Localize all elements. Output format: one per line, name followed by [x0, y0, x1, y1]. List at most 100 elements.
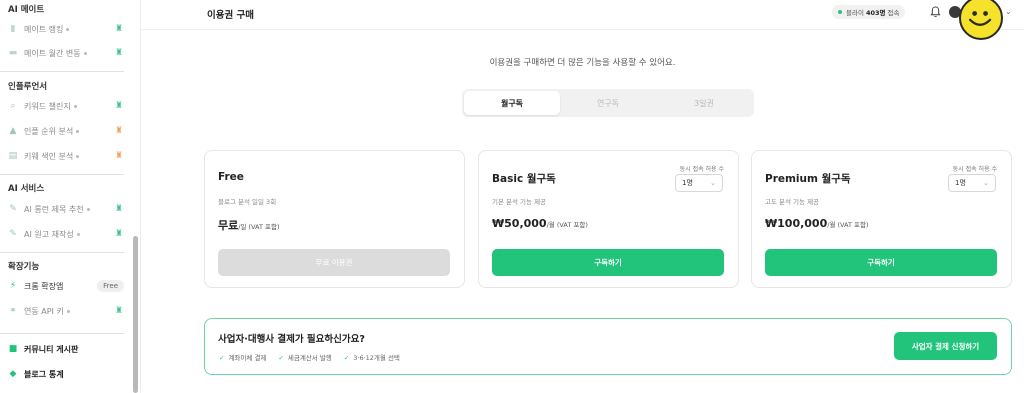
- sidebar-item-mate-ranking[interactable]: ▮ 메이트 랭킹 ♜: [8, 20, 124, 38]
- extension-icon: ⚡: [9, 281, 17, 291]
- sidebar-item-label: 크롬 확장앱: [24, 281, 64, 291]
- sidebar-scrollbar[interactable]: [133, 236, 138, 393]
- sidebar-divider: [0, 252, 124, 253]
- sidebar: AI 메이트 ▮ 메이트 랭킹 ♜ ▬ 메이트 월간 변동 ♜ 인플루언서 ⌕ …: [0, 0, 141, 393]
- bell-icon[interactable]: [930, 6, 941, 18]
- price-value: 무료: [218, 219, 239, 232]
- shirt-icon: ♜: [114, 24, 124, 34]
- price-unit: /일 (VAT 포함): [238, 223, 280, 231]
- tab-monthly[interactable]: 월구독: [464, 91, 560, 115]
- sidebar-item-label: 블로그 통계: [24, 369, 64, 379]
- business-feature: ✓ 계좌이체 결제: [219, 352, 266, 362]
- seat-select[interactable]: 1명 ⌄: [948, 174, 996, 192]
- seat-value: 1명: [955, 179, 966, 187]
- plan-name: Premium 월구독: [765, 173, 851, 185]
- plan-desc: 고도 분석 기능 제공: [765, 198, 820, 206]
- seat-select[interactable]: 1명 ⌄: [675, 174, 723, 192]
- plan-price: ₩100,000/월 (VAT 포함): [765, 217, 869, 230]
- subscribe-basic-button[interactable]: 구독하기: [492, 249, 724, 276]
- business-payment-box: 사업자·대행사 결제가 필요하신가요? ✓ 계좌이체 결제 ✓ 세금계산서 발행 ✓…: [204, 318, 1012, 375]
- sidebar-item-label: 메이트 랭킹: [24, 24, 64, 34]
- calendar-icon: ▬: [8, 48, 18, 58]
- chart-icon: ▲: [9, 126, 17, 136]
- chevron-down-icon: ⌄: [710, 179, 716, 187]
- check-icon: ✓: [219, 354, 225, 362]
- plan-card-basic: 동시 접속 허용 수 1명 ⌄ Basic 월구독 기본 분석 기능 제공 ₩50…: [478, 150, 739, 288]
- shirt-icon: ♜: [114, 151, 124, 161]
- bar-chart-icon: ▮: [10, 24, 16, 34]
- plan-name: Free: [218, 171, 244, 183]
- sidebar-heading-ai-mate: AI 메이트: [8, 5, 45, 15]
- plan-price: 무료/일 (VAT 포함): [218, 217, 280, 233]
- shirt-icon: ♜: [114, 126, 124, 136]
- sidebar-divider: [0, 333, 124, 334]
- sparkle-icon: ✎: [9, 204, 17, 214]
- sidebar-item-influencer-rank[interactable]: ▲ 인플 순위 분석 ♜: [8, 122, 124, 140]
- sidebar-item-label: 연동 API 키: [24, 306, 64, 316]
- business-feature: ✓ 3·6·12개월 선택: [344, 352, 400, 362]
- seat-label: 동시 접속 허용 수: [679, 166, 724, 173]
- shirt-icon: ♜: [114, 48, 124, 58]
- check-icon: ✓: [343, 354, 350, 362]
- free-plan-button[interactable]: 무료 이용권: [218, 249, 450, 276]
- sidebar-item-blog-stats[interactable]: ◆ 블로그 통계: [8, 365, 124, 383]
- sidebar-item-index-analysis[interactable]: ▤ 키웨 색인 분석 ♜: [8, 147, 124, 165]
- top-header: 이용권 구매 블라이 403명 접속 ⌄: [141, 0, 1024, 40]
- price-unit: /월 (VAT 포함): [546, 221, 588, 229]
- free-badge: Free: [97, 280, 124, 292]
- business-apply-button[interactable]: 사업자 결제 신청하기: [894, 332, 997, 360]
- chevron-down-icon: ⌄: [983, 179, 989, 187]
- sidebar-heading-influencer: 인플루언서: [8, 82, 48, 92]
- sidebar-heading-extension: 확장기능: [8, 262, 40, 272]
- feature-label: 세금계산서 발행: [287, 354, 332, 362]
- online-count: 403명: [865, 9, 886, 17]
- subscribe-premium-button[interactable]: 구독하기: [765, 249, 997, 276]
- sidebar-item-ai-rewrite[interactable]: ✎ AI 원고 재작성 ♜: [8, 225, 124, 243]
- tab-3day[interactable]: 3일권: [656, 91, 752, 115]
- sidebar-item-keyword-challenge[interactable]: ⌕ 키워드 챌린지 ♜: [8, 97, 124, 115]
- community-icon: ■: [8, 344, 18, 354]
- price-unit: /월 (VAT 포함): [827, 221, 869, 229]
- document-icon: ▤: [8, 151, 18, 161]
- business-feature: ✓ 세금계산서 발행: [278, 352, 331, 362]
- business-features: ✓ 계좌이체 결제 ✓ 세금계산서 발행 ✓ 3·6·12개월 선택: [219, 352, 400, 362]
- page-title: 이용권 구매: [207, 10, 255, 21]
- online-dot-icon: [838, 10, 842, 14]
- plan-desc: 기본 분석 기능 제공: [492, 198, 547, 206]
- sidebar-item-mate-monthly[interactable]: ▬ 메이트 월간 변동 ♜: [8, 44, 124, 62]
- online-suffix: 접속: [887, 9, 900, 17]
- sidebar-item-label: 키워드 챌린지: [24, 101, 71, 111]
- shirt-icon: ♜: [114, 204, 124, 214]
- sidebar-item-community[interactable]: ■ 커뮤니티 게시판: [8, 340, 124, 358]
- shirt-icon: ♜: [114, 306, 124, 316]
- feature-label: 3·6·12개월 선택: [353, 354, 400, 362]
- price-value: ₩100,000: [765, 217, 828, 230]
- sidebar-divider: [0, 71, 124, 72]
- shirt-icon: ♜: [114, 101, 124, 111]
- sidebar-divider: [0, 174, 124, 175]
- pencil-icon: ✎: [9, 229, 17, 239]
- check-icon: ✓: [278, 354, 284, 362]
- plan-name: Basic 월구독: [492, 173, 556, 185]
- sidebar-item-ai-title[interactable]: ✎ AI 롱런 제목 추천 ♜: [8, 200, 124, 218]
- sidebar-item-label: 키웨 색인 분석: [24, 151, 74, 161]
- plan-price: ₩50,000/월 (VAT 포함): [492, 217, 588, 230]
- tab-yearly[interactable]: 연구독: [560, 91, 656, 115]
- feature-label: 계좌이체 결제: [228, 354, 267, 362]
- link-icon: ⚭: [9, 306, 17, 316]
- plan-card-free: Free 블로그 분석 일일 3회 무료/일 (VAT 포함) 무료 이용권: [204, 150, 465, 288]
- sidebar-item-label: AI 롱런 제목 추천: [24, 204, 84, 214]
- billing-period-tabs: 월구독 연구독 3일권: [462, 89, 754, 117]
- sidebar-heading-ai-service: AI 서비스: [8, 184, 45, 194]
- seat-value: 1명: [682, 179, 693, 187]
- smiley-sticker-icon: [959, 0, 1003, 40]
- shirt-icon: ♜: [114, 229, 124, 239]
- sidebar-item-chrome-extension[interactable]: ⚡ 크롬 확장앱 Free: [8, 277, 124, 295]
- chevron-down-icon[interactable]: ⌄: [1005, 7, 1012, 16]
- sidebar-item-label: 인플 순위 분석: [24, 126, 74, 136]
- plan-card-premium: 동시 접속 허용 수 1명 ⌄ Premium 월구독 고도 분석 기능 제공 ₩…: [751, 150, 1012, 288]
- sidebar-item-api-key[interactable]: ⚭ 연동 API 키 ♜: [8, 302, 124, 320]
- seat-label: 동시 접속 허용 수: [952, 166, 997, 173]
- intro-text: 이용권을 구매하면 더 많은 기능을 사용할 수 있어요.: [489, 58, 676, 68]
- online-prefix: 블라이: [846, 9, 864, 17]
